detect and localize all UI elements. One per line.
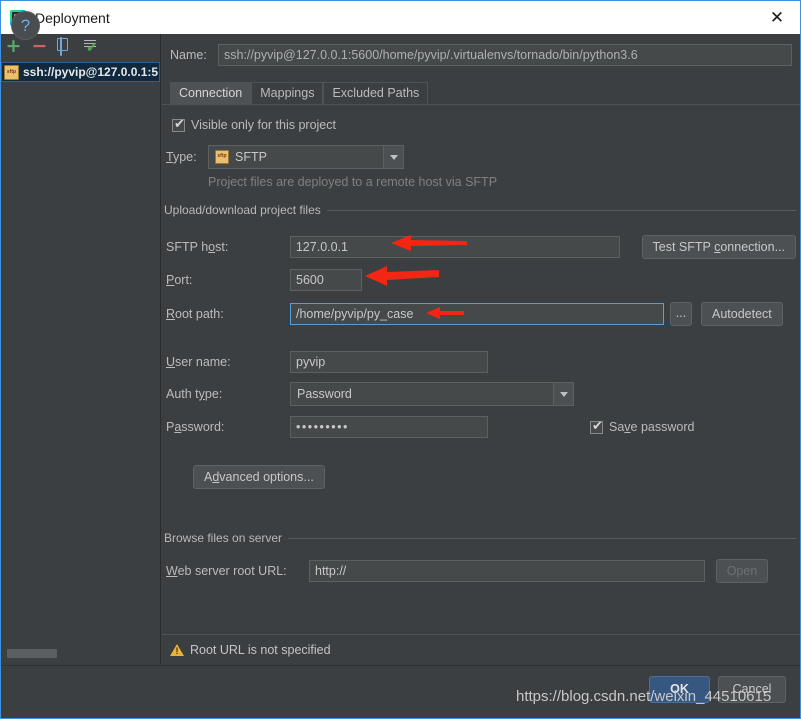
name-input[interactable]: ssh://pyvip@127.0.0.1:5600/home/pyvip/.v…: [218, 44, 792, 66]
type-combobox-value: SFTP: [235, 150, 267, 164]
validation-warning-bar: Root URL is not specified: [162, 634, 800, 664]
name-row: Name: ssh://pyvip@127.0.0.1:5600/home/py…: [170, 44, 792, 66]
root-path-label: Root path:: [166, 307, 224, 321]
tab-mappings[interactable]: Mappings: [251, 82, 324, 104]
upload-section-title: Upload/download project files: [164, 203, 321, 217]
save-password-label: Save password: [609, 420, 695, 434]
visible-only-checkbox[interactable]: Visible only for this project: [172, 117, 336, 132]
open-button[interactable]: Open: [716, 559, 768, 583]
tab-excluded-paths[interactable]: Excluded Paths: [323, 82, 429, 104]
auth-type-combobox[interactable]: Password: [290, 382, 574, 406]
sftp-host-label: SFTP host:: [166, 240, 229, 254]
web-root-url-row: Web server root URL: http:// Open: [166, 559, 796, 583]
sidebar-item-server[interactable]: ssh://pyvip@127.0.0.1:5: [1, 62, 160, 82]
sidebar-horizontal-scrollbar[interactable]: [7, 649, 153, 658]
password-row: Password: ••••••••• Save password: [166, 416, 726, 438]
close-icon[interactable]: ✕: [762, 6, 792, 30]
auth-type-label: Auth type:: [166, 387, 223, 401]
type-row: Type: SFTP: [166, 145, 406, 169]
auth-type-value-wrap: Password: [290, 382, 553, 406]
auth-type-row: Auth type: Password: [166, 382, 586, 406]
root-path-input[interactable]: /home/pyvip/py_case: [290, 303, 664, 325]
tabs-underline: [162, 104, 800, 105]
web-root-url-label: Web server root URL:: [166, 564, 287, 578]
tab-connection[interactable]: Connection: [170, 82, 252, 104]
password-input[interactable]: •••••••••: [290, 416, 488, 438]
user-name-input[interactable]: pyvip: [290, 351, 488, 373]
web-root-url-input[interactable]: http://: [309, 560, 705, 582]
browse-section-title: Browse files on server: [164, 531, 283, 545]
port-label: Port:: [166, 273, 193, 287]
warning-text: Root URL is not specified: [190, 642, 331, 657]
visible-only-label: Visible only for this project: [191, 118, 336, 132]
auth-type-combobox-value: Password: [297, 387, 352, 401]
remove-server-button[interactable]: −: [31, 37, 48, 56]
sidebar-item-label: ssh://pyvip@127.0.0.1:5: [23, 65, 159, 79]
port-input[interactable]: 5600: [290, 269, 362, 291]
checkbox-box: [172, 117, 186, 132]
user-name-label: User name:: [166, 355, 231, 369]
port-row: Port: 5600: [166, 269, 566, 291]
password-label: Password:: [166, 420, 225, 434]
save-password-checkbox[interactable]: Save password: [590, 419, 695, 434]
chevron-down-icon[interactable]: [383, 145, 404, 169]
deployment-dialog: Deployment ✕ + − ssh://pyvip@127.0.0.1:5…: [0, 0, 801, 719]
scrollbar-thumb[interactable]: [7, 649, 57, 658]
advanced-options-button[interactable]: Advanced options...: [193, 465, 325, 489]
name-label: Name:: [170, 48, 207, 62]
connection-settings-panel: Name: ssh://pyvip@127.0.0.1:5600/home/py…: [162, 34, 800, 664]
deployment-servers-sidebar: + − ssh://pyvip@127.0.0.1:5: [1, 34, 161, 664]
warning-triangle-icon: [170, 643, 184, 657]
copy-server-button[interactable]: [57, 37, 74, 56]
type-combobox-value-wrap: SFTP: [208, 145, 383, 169]
root-path-row: Root path: /home/pyvip/py_case ... Autod…: [166, 302, 796, 326]
watermark-text: https://blog.csdn.net/weixin_44510615: [516, 688, 772, 705]
test-sftp-connection-button[interactable]: Test SFTP connection...: [641, 235, 796, 259]
checkbox-box: [590, 419, 604, 434]
type-hint: Project files are deployed to a remote h…: [208, 175, 498, 189]
type-combobox[interactable]: SFTP: [208, 145, 404, 169]
help-button[interactable]: ?: [11, 11, 40, 40]
add-server-button[interactable]: +: [5, 37, 22, 56]
upload-section-header: Upload/download project files: [164, 203, 796, 217]
sftp-icon: [215, 150, 229, 164]
section-divider: [288, 537, 796, 539]
use-as-default-button[interactable]: [83, 39, 99, 56]
settings-tabs: Connection Mappings Excluded Paths: [170, 80, 429, 104]
autodetect-button[interactable]: Autodetect: [701, 302, 783, 326]
chevron-down-icon[interactable]: [553, 382, 574, 406]
section-divider: [326, 209, 796, 211]
title-bar: Deployment ✕: [1, 1, 800, 34]
type-label: Type:: [166, 150, 197, 164]
sftp-icon: [4, 64, 19, 80]
sftp-host-row: SFTP host: 127.0.0.1 Test SFTP connectio…: [166, 235, 796, 259]
user-name-row: User name: pyvip: [166, 351, 566, 373]
window-title: Deployment: [35, 9, 110, 26]
browse-section-header: Browse files on server: [164, 531, 796, 545]
browse-root-path-button[interactable]: ...: [670, 302, 692, 326]
sftp-host-input[interactable]: 127.0.0.1: [289, 236, 620, 258]
